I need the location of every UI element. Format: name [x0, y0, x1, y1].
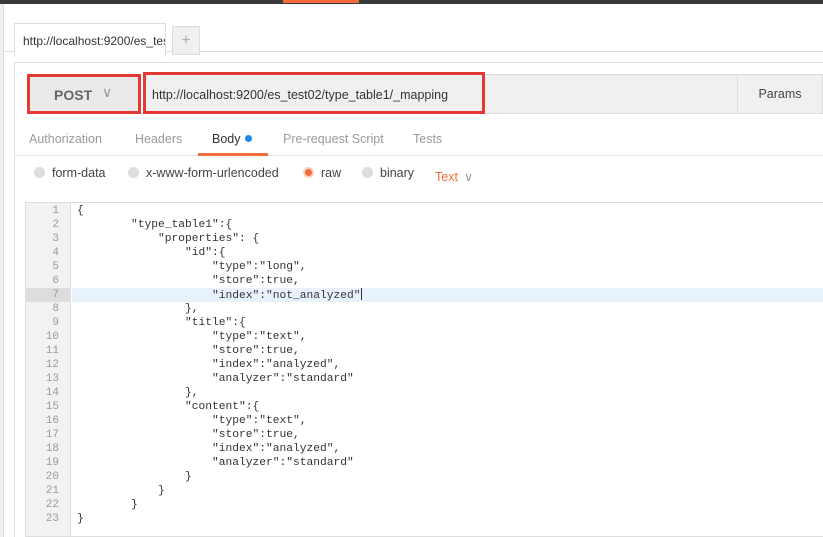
line-number: 1	[52, 205, 59, 217]
code-line: "index":"not_analyzed"	[72, 288, 823, 302]
code-line: "store":true,	[77, 345, 300, 357]
line-number: 6	[52, 275, 59, 287]
code-line: "store":true,	[77, 429, 300, 441]
line-number: 22	[45, 499, 59, 511]
modified-dot-icon	[244, 135, 252, 142]
chevron-down-icon: ∨	[463, 170, 474, 184]
line-number: 17	[45, 429, 59, 441]
tab-pre-request-script[interactable]: Pre-request Script	[283, 132, 384, 146]
line-number: 8	[52, 303, 59, 315]
code-editor[interactable]: 1 2 3 4 5 6 7 8 9 10 11 12 13 14 15 16 17 18 19 20 21 22 23 { …	[25, 202, 823, 537]
content-type-label: Text	[435, 170, 458, 184]
tab-authorization[interactable]: Authorization	[29, 132, 102, 146]
radio-binary[interactable]: binary	[362, 166, 414, 180]
add-tab-button[interactable]: +	[172, 26, 200, 55]
tab-headers[interactable]: Headers	[135, 132, 182, 146]
line-number: 18	[45, 443, 59, 455]
method-label: POST	[54, 87, 93, 103]
code-line: "type":"long",	[77, 261, 307, 273]
radio-icon	[34, 167, 45, 178]
params-button[interactable]: Params	[737, 74, 823, 114]
code-line: "type":"text",	[77, 331, 307, 343]
request-tabs: Authorization Headers Body Pre-request S…	[15, 124, 823, 156]
code-line: },	[77, 303, 199, 315]
line-number: 11	[45, 345, 59, 357]
content-type-select[interactable]: Text ∨	[435, 169, 473, 184]
code-line: }	[77, 485, 165, 497]
tab-strip: http://localhost:9200/es_test02/type_tab…	[4, 4, 823, 57]
tab-body-label: Body	[212, 132, 241, 146]
code-line: "type":"text",	[77, 415, 307, 427]
code-line: }	[77, 471, 192, 483]
request-tab[interactable]: http://localhost:9200/es_test02/type_tab…	[14, 23, 166, 57]
line-number: 3	[52, 233, 59, 245]
line-number: 23	[45, 513, 59, 525]
active-tab-underline	[198, 153, 268, 156]
line-number: 15	[45, 401, 59, 413]
line-number: 13	[45, 373, 59, 385]
line-number: 2	[52, 219, 59, 231]
url-input[interactable]: http://localhost:9200/es_test02/type_tab…	[143, 72, 485, 114]
code-line: "properties": {	[77, 233, 260, 245]
code-line: "type_table1":{	[77, 219, 233, 231]
radio-label: raw	[321, 166, 342, 180]
line-number: 7	[26, 288, 71, 302]
text-caret	[360, 288, 362, 300]
line-number: 21	[45, 485, 59, 497]
code-line: }	[77, 499, 138, 511]
code-line: "analyzer":"standard"	[77, 373, 354, 385]
code-line: "id":{	[77, 247, 226, 259]
line-number: 16	[45, 415, 59, 427]
line-number: 5	[52, 261, 59, 273]
line-number: 20	[45, 471, 59, 483]
line-number: 19	[45, 457, 59, 469]
code-line: "index":"analyzed",	[77, 359, 341, 371]
line-number: 4	[52, 247, 59, 259]
sidebar-edge	[0, 4, 4, 537]
radio-label: binary	[380, 166, 415, 180]
line-number: 14	[45, 387, 59, 399]
line-number-gutter: 1 2 3 4 5 6 7 8 9 10 11 12 13 14 15 16 17 18 19 20 21 22 23	[26, 203, 71, 536]
radio-icon	[362, 167, 373, 178]
url-input-extension[interactable]	[485, 74, 737, 114]
code-line: "content":{	[77, 401, 260, 413]
method-select[interactable]: POST ∨	[27, 74, 141, 114]
code-line: "analyzer":"standard"	[77, 457, 354, 469]
code-line: "store":true,	[77, 275, 300, 287]
chevron-down-icon: ∨	[102, 84, 113, 100]
radio-selected-icon	[303, 167, 314, 178]
code-line: {	[77, 205, 84, 217]
radio-raw[interactable]: raw	[303, 166, 341, 180]
code-line: "title":{	[77, 317, 246, 329]
radio-form-data[interactable]: form-data	[34, 166, 106, 180]
code-line: }	[77, 513, 84, 525]
tab-body[interactable]: Body	[212, 132, 252, 146]
line-number: 12	[45, 359, 59, 371]
radio-label: x-www-form-urlencoded	[146, 166, 279, 180]
line-number: 9	[52, 317, 59, 329]
radio-icon	[128, 167, 139, 178]
line-number: 10	[45, 331, 59, 343]
active-indicator	[283, 0, 359, 3]
tab-tests[interactable]: Tests	[413, 132, 442, 146]
radio-label: form-data	[52, 166, 106, 180]
radio-x-www-form-urlencoded[interactable]: x-www-form-urlencoded	[128, 166, 279, 180]
code-line: "index":"analyzed",	[77, 443, 341, 455]
code-line: },	[77, 387, 199, 399]
